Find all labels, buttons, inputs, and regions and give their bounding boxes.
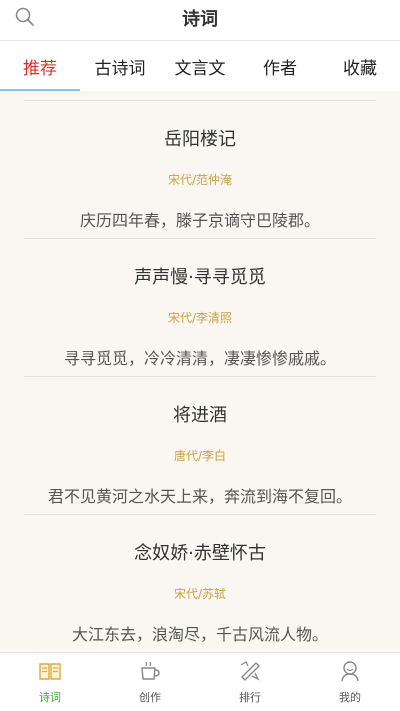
profile-icon [338,659,362,683]
poem-list: 岳阳楼记 宋代/范仲淹 庆历四年春，滕子京谪守巴陵郡。 声声慢·寻寻觅觅 宋代/… [0,91,400,652]
nav-profile[interactable]: 我的 [300,653,400,711]
poem-card[interactable]: 将进酒 唐代/李白 君不见黄河之水天上来，奔流到海不复回。 [24,377,376,515]
nav-label: 我的 [339,691,361,704]
book-icon [38,659,62,683]
tab-authors[interactable]: 作者 [240,42,320,91]
bottom-nav: 诗词 创作 排行 我的 [0,652,400,711]
nav-label: 排行 [239,691,261,704]
poem-author: 宋代/苏轼 [173,587,227,601]
poem-card[interactable]: 岳阳楼记 宋代/范仲淹 庆历四年春，滕子京谪守巴陵郡。 [24,101,376,239]
poem-title: 声声慢·寻寻觅觅 [134,267,266,288]
category-tabs: 推荐 古诗词 文言文 作者 收藏 [0,42,400,91]
poem-title: 岳阳楼记 [164,129,236,150]
tab-classical-prose[interactable]: 文言文 [160,42,240,91]
nav-create[interactable]: 创作 [100,653,200,711]
poem-excerpt: 庆历四年春，滕子京谪守巴陵郡。 [79,211,320,230]
ranking-icon [238,659,262,683]
poem-excerpt: 寻寻觅觅，冷冷清清，凄凄惨惨戚戚。 [63,349,336,368]
tab-favorites[interactable]: 收藏 [320,42,400,91]
poem-author: 宋代/李清照 [167,311,233,325]
poem-author: 宋代/范仲淹 [167,173,233,187]
nav-label: 诗词 [39,691,61,704]
page-title: 诗词 [182,9,218,30]
poem-card[interactable]: 念奴娇·赤壁怀古 宋代/苏轼 大江东去，浪淘尽，千古风流人物。 [24,515,376,652]
cup-icon [138,659,162,683]
nav-ranking[interactable]: 排行 [200,653,300,711]
app-header: 诗词 [0,0,400,41]
poem-title: 念奴娇·赤壁怀古 [134,543,266,564]
poem-author: 唐代/李白 [173,449,227,463]
poem-excerpt: 大江东去，浪淘尽，千古风流人物。 [71,625,328,644]
poem-card[interactable]: 声声慢·寻寻觅觅 宋代/李清照 寻寻觅觅，冷冷清清，凄凄惨惨戚戚。 [24,239,376,377]
tab-classical-poetry[interactable]: 古诗词 [80,42,160,91]
poem-title: 将进酒 [173,405,227,426]
poem-excerpt: 君不见黄河之水天上来，奔流到海不复回。 [47,487,352,506]
tab-recommend[interactable]: 推荐 [0,42,80,91]
nav-label: 创作 [139,691,161,704]
nav-poetry[interactable]: 诗词 [0,653,100,711]
